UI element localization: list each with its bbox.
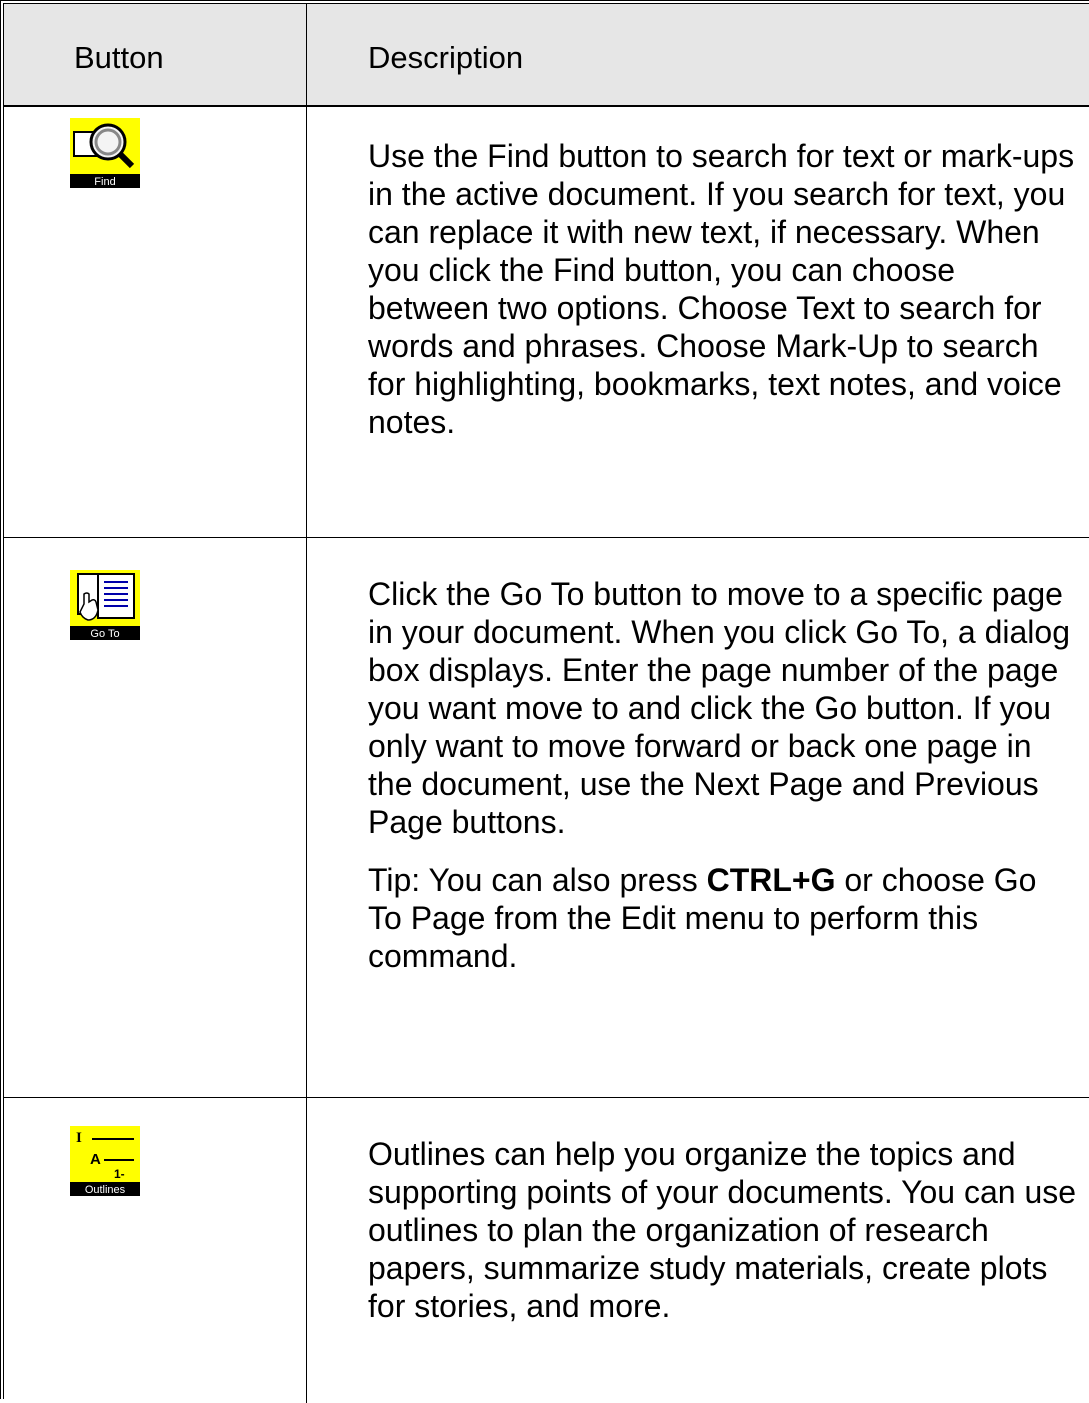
go-to-tip: Tip: You can also press CTRL+G or choose… [368,861,1078,975]
tip-shortcut-key: CTRL+G [706,862,836,898]
go-to-description: Click the Go To button to move to a spec… [368,576,1070,840]
outlines-glyph-1: 1- [114,1167,125,1181]
go-to-icon-label: Go To [90,628,119,640]
button-description-table: Button Description Find Use the Find but… [0,0,1089,1403]
row-divider [4,1097,1089,1098]
find-description-cell: Use the Find button to search for text o… [368,137,1078,441]
outlines-glyph-a: A [90,1151,101,1168]
outlines-description: Outlines can help you organize the topic… [368,1136,1077,1324]
outlines-icon-label: Outlines [85,1184,126,1196]
column-divider [306,4,307,1403]
outlines-glyph-i: I [76,1130,82,1146]
outlines-icon[interactable]: I A 1- Outlines [70,1126,140,1196]
row-divider [4,537,1089,538]
find-icon[interactable]: Find [70,118,140,188]
find-description: Use the Find button to search for text o… [368,138,1075,440]
go-to-icon[interactable]: Go To [70,570,140,640]
tip-prefix: Tip: You can also press [368,862,707,898]
go-to-description-cell: Click the Go To button to move to a spec… [368,575,1078,975]
table-header-row: Button Description [4,4,1089,107]
find-icon-label: Find [94,176,115,188]
header-description: Description [368,40,524,75]
outlines-description-cell: Outlines can help you organize the topic… [368,1135,1078,1325]
header-button: Button [74,40,164,75]
